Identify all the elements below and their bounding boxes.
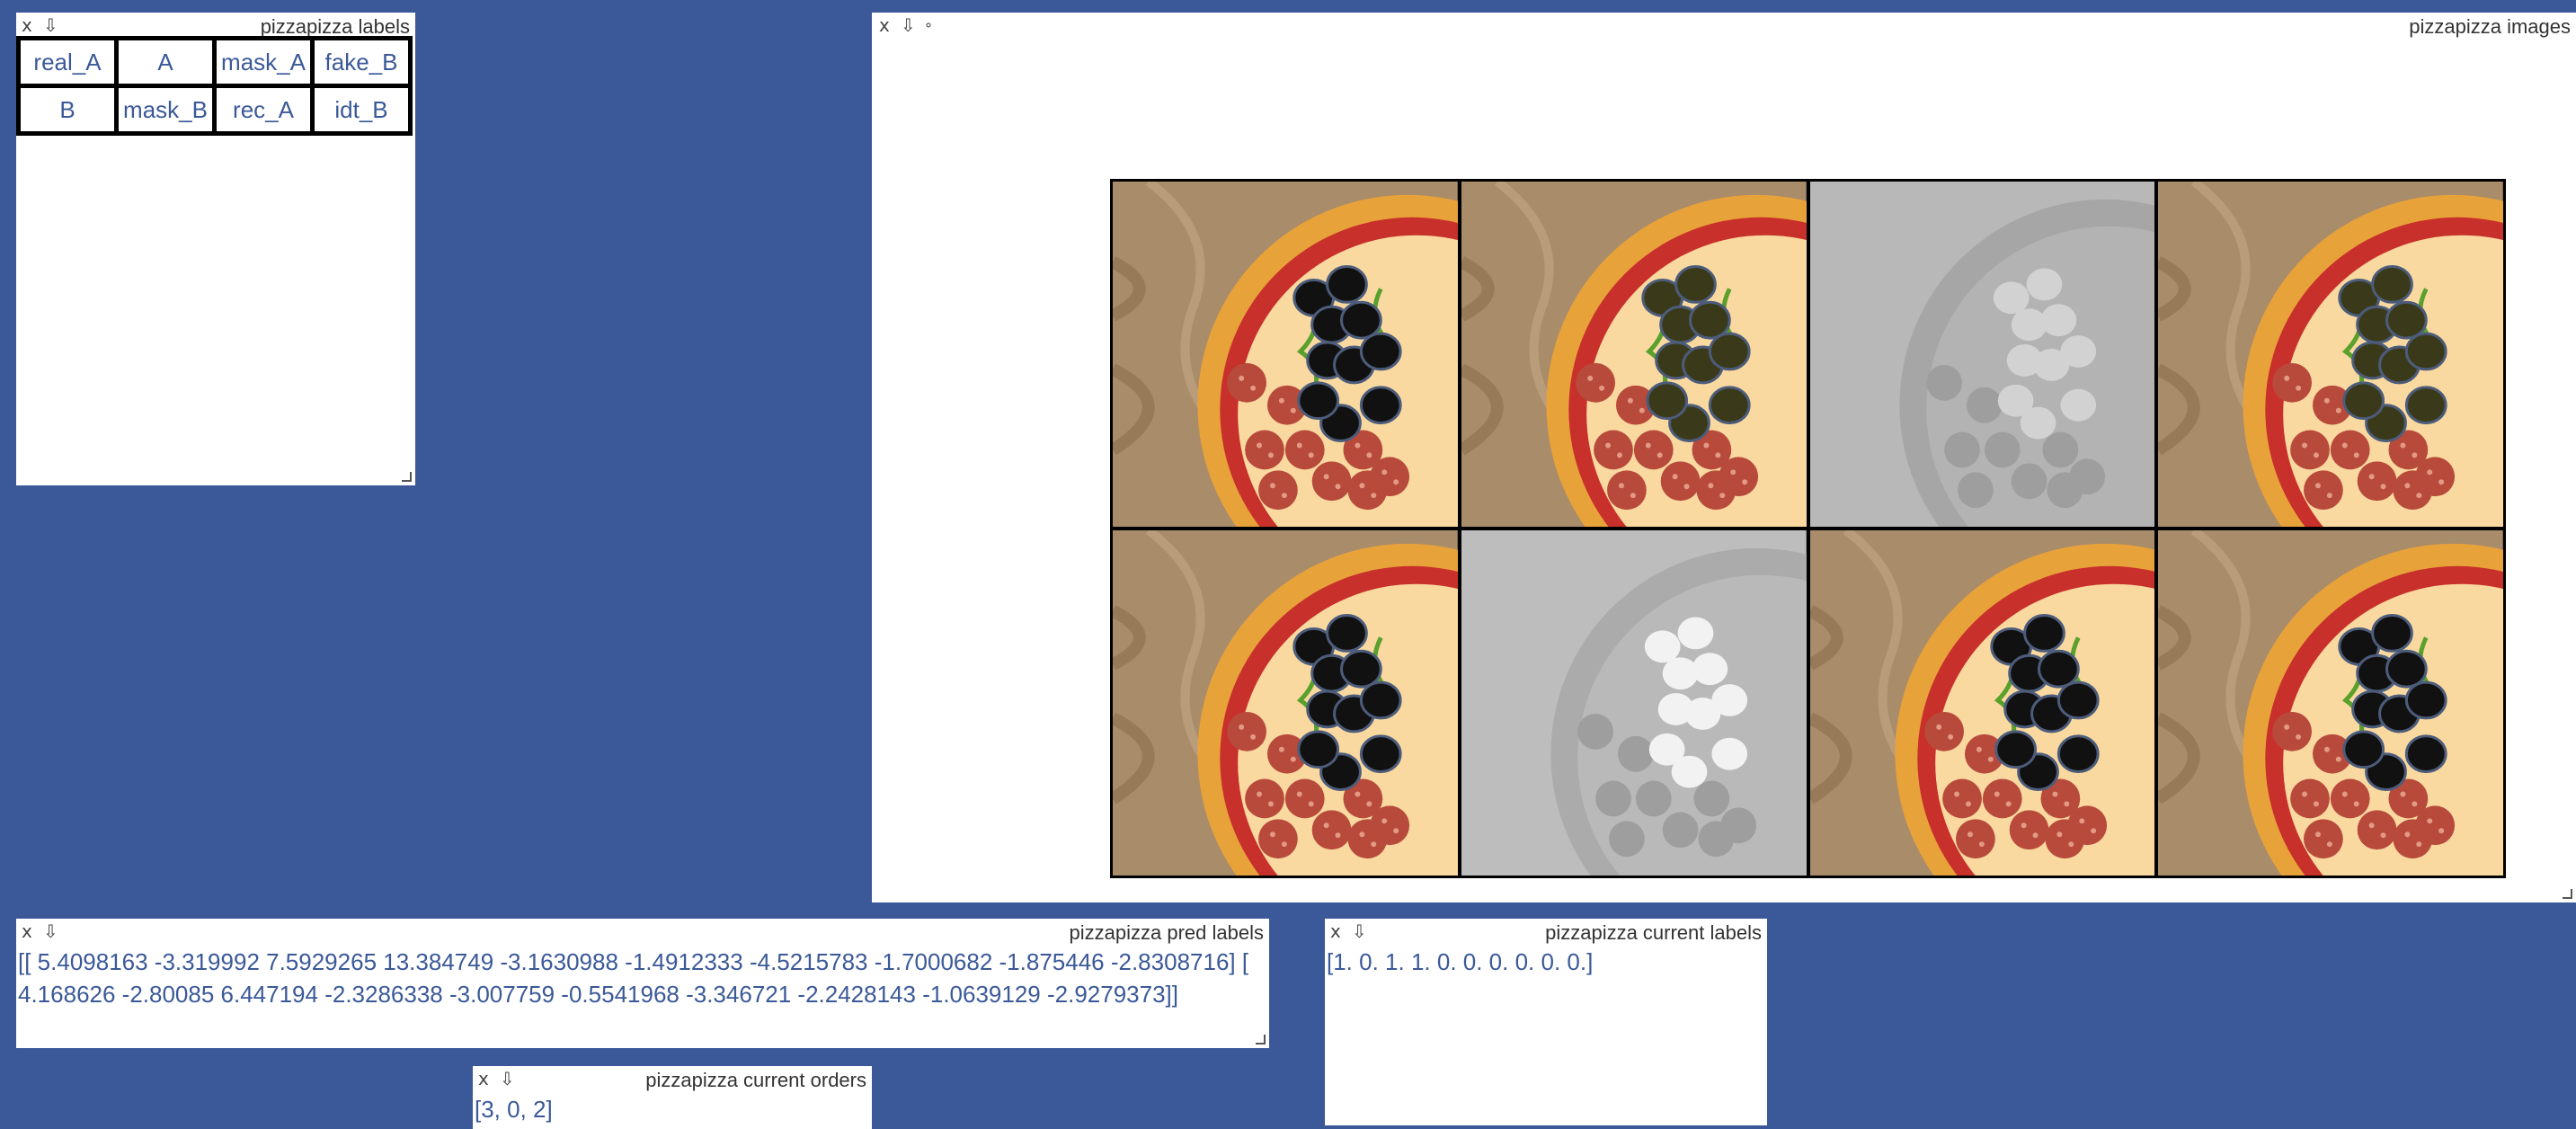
image-tile-mask-a (1809, 182, 2155, 527)
pred-labels-text: [[ 5.4098163 -3.319992 7.5929265 13.3847… (18, 948, 1249, 1008)
labels-pane-title: pizzapizza labels (260, 15, 410, 38)
current-orders-pane: x ⇩ pizzapizza current orders [3, 0, 2] (473, 1066, 872, 1129)
current-labels-pane-title: pizzapizza current labels (1545, 921, 1762, 944)
pred-labels-pane-title: pizzapizza pred labels (1069, 921, 1264, 944)
label-cell: mask_B (119, 88, 212, 131)
current-labels-pane-titlebar[interactable]: x ⇩ pizzapizza current labels (1325, 919, 1767, 947)
label-cell: A (119, 40, 212, 84)
image-tile-a (1461, 182, 1807, 527)
current-orders-pane-title: pizzapizza current orders (645, 1069, 866, 1091)
resize-handle[interactable] (402, 472, 412, 482)
resize-handle[interactable] (1256, 1035, 1266, 1045)
current-orders-text: [3, 0, 2] (475, 1096, 553, 1123)
close-icon[interactable]: x (879, 16, 890, 34)
current-orders-pane-titlebar[interactable]: x ⇩ pizzapizza current orders (473, 1066, 872, 1095)
close-icon[interactable]: x (22, 922, 32, 940)
inspect-icon[interactable]: ∘ (924, 16, 933, 34)
close-icon[interactable]: x (478, 1070, 489, 1088)
image-tile-real-a (1113, 182, 1458, 527)
close-icon[interactable]: x (1330, 922, 1341, 940)
label-cell: fake_B (315, 40, 408, 84)
label-cell: rec_A (217, 88, 310, 131)
label-cell: idt_B (315, 88, 408, 131)
download-icon[interactable]: ⇩ (500, 1070, 515, 1088)
labels-table: real_A A mask_A fake_B B mask_B rec_A id… (16, 36, 413, 136)
pred-labels-pane-titlebar[interactable]: x ⇩ pizzapizza pred labels (16, 919, 1269, 947)
download-icon[interactable]: ⇩ (901, 16, 916, 34)
labels-pane: x ⇩ pizzapizza labels real_A A mask_A fa… (16, 13, 415, 485)
label-cell: mask_A (217, 40, 310, 84)
pred-labels-pane: x ⇩ pizzapizza pred labels [[ 5.4098163 … (16, 919, 1269, 1048)
label-cell: B (21, 88, 114, 131)
close-icon[interactable]: x (22, 16, 32, 34)
current-labels-pane: x ⇩ pizzapizza current labels [1. 0. 1. … (1325, 919, 1767, 1125)
table-row: B mask_B rec_A idt_B (21, 88, 408, 131)
images-pane-title: pizzapizza images (2409, 15, 2571, 38)
image-tile-b (1113, 530, 1458, 876)
images-pane-titlebar[interactable]: x ⇩ ∘ pizzapizza images (872, 13, 2576, 41)
image-tile-rec-a (1809, 530, 2155, 876)
download-icon[interactable]: ⇩ (1352, 922, 1367, 940)
image-grid (1110, 179, 2506, 878)
resize-handle[interactable] (2563, 889, 2572, 899)
label-cell: real_A (21, 40, 114, 84)
table-row: real_A A mask_A fake_B (21, 40, 408, 84)
images-pane: x ⇩ ∘ pizzapizza images (872, 13, 2576, 902)
image-tile-mask-b (1461, 530, 1807, 876)
image-tile-idt-b (2158, 530, 2503, 876)
image-tile-fake-b (2158, 182, 2503, 527)
current-labels-text: [1. 0. 1. 1. 0. 0. 0. 0. 0. 0.] (1327, 948, 1594, 975)
download-icon[interactable]: ⇩ (43, 922, 58, 940)
download-icon[interactable]: ⇩ (43, 16, 58, 34)
